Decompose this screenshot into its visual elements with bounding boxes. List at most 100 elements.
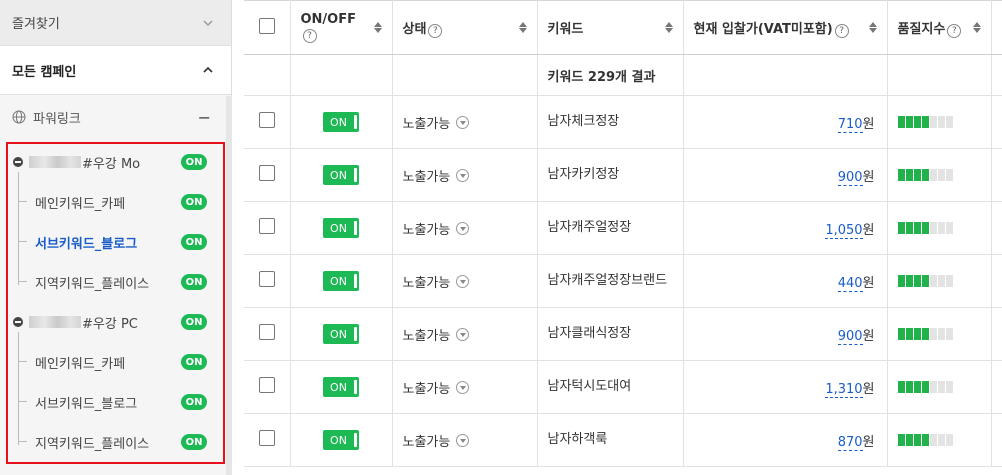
onoff-toggle[interactable]: ON xyxy=(322,165,359,185)
onoff-toggle[interactable]: ON xyxy=(322,112,359,132)
quality-segment xyxy=(921,222,929,234)
status-dropdown-icon[interactable] xyxy=(456,221,470,235)
quality-segment xyxy=(913,116,921,128)
quality-segment xyxy=(945,169,953,181)
row-checkbox[interactable] xyxy=(258,377,275,393)
adgroup-item[interactable]: 지역키워드_플레이스 ON xyxy=(8,422,223,462)
keyword-cell: 남자캐주얼정장 xyxy=(537,201,684,255)
table-row[interactable]: ON 노출가능 남자캐주얼정장브랜드 440원 xyxy=(244,254,1002,308)
table-row[interactable]: ON 노출가능 남자하객룩 870원 xyxy=(244,413,1002,467)
bid-unit: 원 xyxy=(862,434,875,450)
keyword-cell: 남자턱시도대여 xyxy=(537,360,684,414)
select-all-checkbox[interactable] xyxy=(258,17,275,34)
row-checkbox[interactable] xyxy=(258,430,275,446)
adgroup-label: 서브키워드_블로그 xyxy=(35,396,138,412)
adgroup-item[interactable]: 서브키워드_블로그 ON xyxy=(8,382,223,422)
bid-value[interactable]: 1,310 xyxy=(825,381,863,398)
bid-value[interactable]: 900 xyxy=(837,169,863,186)
bid-value[interactable]: 1,050 xyxy=(825,222,863,239)
row-checkbox[interactable] xyxy=(258,324,275,340)
sort-icon[interactable] xyxy=(868,22,877,33)
onoff-toggle[interactable]: ON xyxy=(322,324,359,344)
quality-segment xyxy=(945,328,953,340)
col-quality[interactable]: 품질지수? xyxy=(887,0,992,55)
bid-unit: 원 xyxy=(862,116,875,132)
table-row[interactable]: ON 노출가능 남자턱시도대여 1,310원 xyxy=(244,360,1002,414)
sort-icon[interactable] xyxy=(518,22,527,33)
onoff-toggle[interactable]: ON xyxy=(322,271,359,291)
keyword-text: 남자체크정장 xyxy=(547,114,620,129)
status-dropdown-icon[interactable] xyxy=(456,115,470,129)
status-dropdown-icon[interactable] xyxy=(456,168,470,182)
powerlink-header[interactable]: 파워링크 − xyxy=(0,95,231,139)
quality-segment xyxy=(897,222,905,234)
sidebar-scrollbar[interactable] xyxy=(226,96,232,475)
summary-row: 키워드 229개 결과 xyxy=(244,54,1002,96)
quality-segment xyxy=(945,222,953,234)
onoff-toggle[interactable]: ON xyxy=(322,377,359,397)
bid-value[interactable]: 870 xyxy=(837,434,863,451)
sort-icon[interactable] xyxy=(972,22,981,33)
status-badge: ON xyxy=(181,314,207,330)
row-checkbox[interactable] xyxy=(258,271,275,287)
quality-segment xyxy=(905,328,913,340)
col-onoff[interactable]: ON/OFF? xyxy=(290,0,393,55)
campaign-item[interactable]: #우강 PC ON xyxy=(8,302,223,342)
table-row[interactable]: ON 노출가능 남자클래식정장 900원 xyxy=(244,307,1002,361)
onoff-toggle[interactable]: ON xyxy=(322,218,359,238)
help-icon[interactable]: ? xyxy=(428,23,443,38)
adgroup-label: 서브키워드_블로그 xyxy=(35,236,138,252)
row-checkbox[interactable] xyxy=(258,112,275,128)
adgroup-item[interactable]: 서브키워드_블로그 ON xyxy=(8,222,223,262)
quality-segment xyxy=(897,381,905,393)
help-icon[interactable]: ? xyxy=(302,29,317,43)
quality-segment xyxy=(929,275,937,287)
status-dropdown-icon[interactable] xyxy=(456,433,470,447)
row-checkbox[interactable] xyxy=(258,218,275,234)
table-row[interactable]: ON 노출가능 남자캐주얼정장 1,050원 xyxy=(244,201,1002,255)
status-badge: ON xyxy=(181,234,207,250)
quality-segment xyxy=(913,328,921,340)
status-text: 노출가능 xyxy=(402,169,451,185)
quality-segment xyxy=(905,169,913,181)
keyword-text: 남자캐주얼정장 xyxy=(547,220,632,235)
adgroup-item[interactable]: 메인키워드_카페 ON xyxy=(8,182,223,222)
all-campaigns-header[interactable]: 모든 캠페인 xyxy=(0,46,231,95)
table-row[interactable]: ON 노출가능 남자카키정장 900원 xyxy=(244,148,1002,202)
bid-unit: 원 xyxy=(862,381,875,397)
collapse-icon[interactable]: − xyxy=(198,108,211,127)
bid-unit: 원 xyxy=(862,275,875,291)
quality-segment xyxy=(929,169,937,181)
campaign-tree: #우강 Mo ON 메인키워드_카페 ON 서브키워드_블로그 ON 지역키워드… xyxy=(6,142,225,464)
status-dropdown-icon[interactable] xyxy=(456,327,470,341)
adgroup-item[interactable]: 메인키워드_카페 ON xyxy=(8,342,223,382)
quality-segment xyxy=(937,275,945,287)
all-campaigns-label: 모든 캠페인 xyxy=(12,64,77,80)
table-row[interactable]: ON 노출가능 남자체크정장 710원 xyxy=(244,95,1002,149)
col-keyword[interactable]: 키워드 xyxy=(537,0,684,55)
col-status[interactable]: 상태? xyxy=(392,0,538,55)
quality-segment xyxy=(945,434,953,446)
quality-bar xyxy=(897,169,981,181)
favorites-header[interactable]: 즐겨찾기 xyxy=(0,0,231,46)
onoff-toggle[interactable]: ON xyxy=(322,430,359,450)
bid-value[interactable]: 900 xyxy=(837,328,863,345)
bid-value[interactable]: 710 xyxy=(837,116,863,133)
help-icon[interactable]: ? xyxy=(947,23,962,38)
campaign-item[interactable]: #우강 Mo ON xyxy=(8,142,223,182)
collapse-minus-icon[interactable] xyxy=(13,317,23,327)
collapse-minus-icon[interactable] xyxy=(13,157,23,167)
status-text: 노출가능 xyxy=(402,434,451,450)
status-dropdown-icon[interactable] xyxy=(456,380,470,394)
sort-icon[interactable] xyxy=(373,22,382,33)
adgroup-item[interactable]: 지역키워드_플레이스 ON xyxy=(8,262,223,302)
status-dropdown-icon[interactable] xyxy=(456,274,470,288)
help-icon[interactable]: ? xyxy=(834,23,849,38)
bid-value[interactable]: 440 xyxy=(837,275,863,292)
quality-segment xyxy=(921,275,929,287)
quality-segment xyxy=(937,169,945,181)
col-bid[interactable]: 현재 입찰가(VAT미포함)? xyxy=(683,0,888,55)
row-checkbox[interactable] xyxy=(258,165,275,181)
quality-segment xyxy=(937,434,945,446)
sort-icon[interactable] xyxy=(664,22,673,33)
